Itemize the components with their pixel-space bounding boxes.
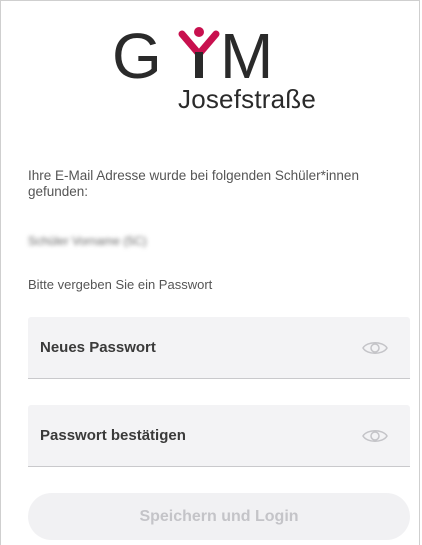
password-prompt: Bitte vergeben Sie ein Passwort: [28, 277, 213, 292]
svg-text:M: M: [220, 20, 273, 84]
logo-subtitle: Josefstraße: [178, 84, 317, 114]
student-entry-redacted: Schüler Vorname (5C): [28, 234, 147, 248]
new-password-label: Neues Passwort: [40, 339, 156, 356]
eye-icon[interactable]: [362, 426, 388, 446]
gym-logo-graphic: G M: [112, 20, 273, 84]
svg-text:G: G: [112, 20, 162, 84]
school-logo: G M Josefstraße: [110, 20, 320, 120]
eye-icon[interactable]: [362, 338, 388, 358]
new-password-field[interactable]: Neues Passwort: [28, 317, 410, 379]
info-text: Ihre E-Mail Adresse wurde bei folgenden …: [28, 168, 359, 199]
save-and-login-button[interactable]: Speichern und Login: [28, 493, 410, 540]
confirm-password-field[interactable]: Passwort bestätigen: [28, 405, 410, 467]
gym-y-figure: [178, 27, 220, 78]
confirm-password-label: Passwort bestätigen: [40, 427, 186, 444]
